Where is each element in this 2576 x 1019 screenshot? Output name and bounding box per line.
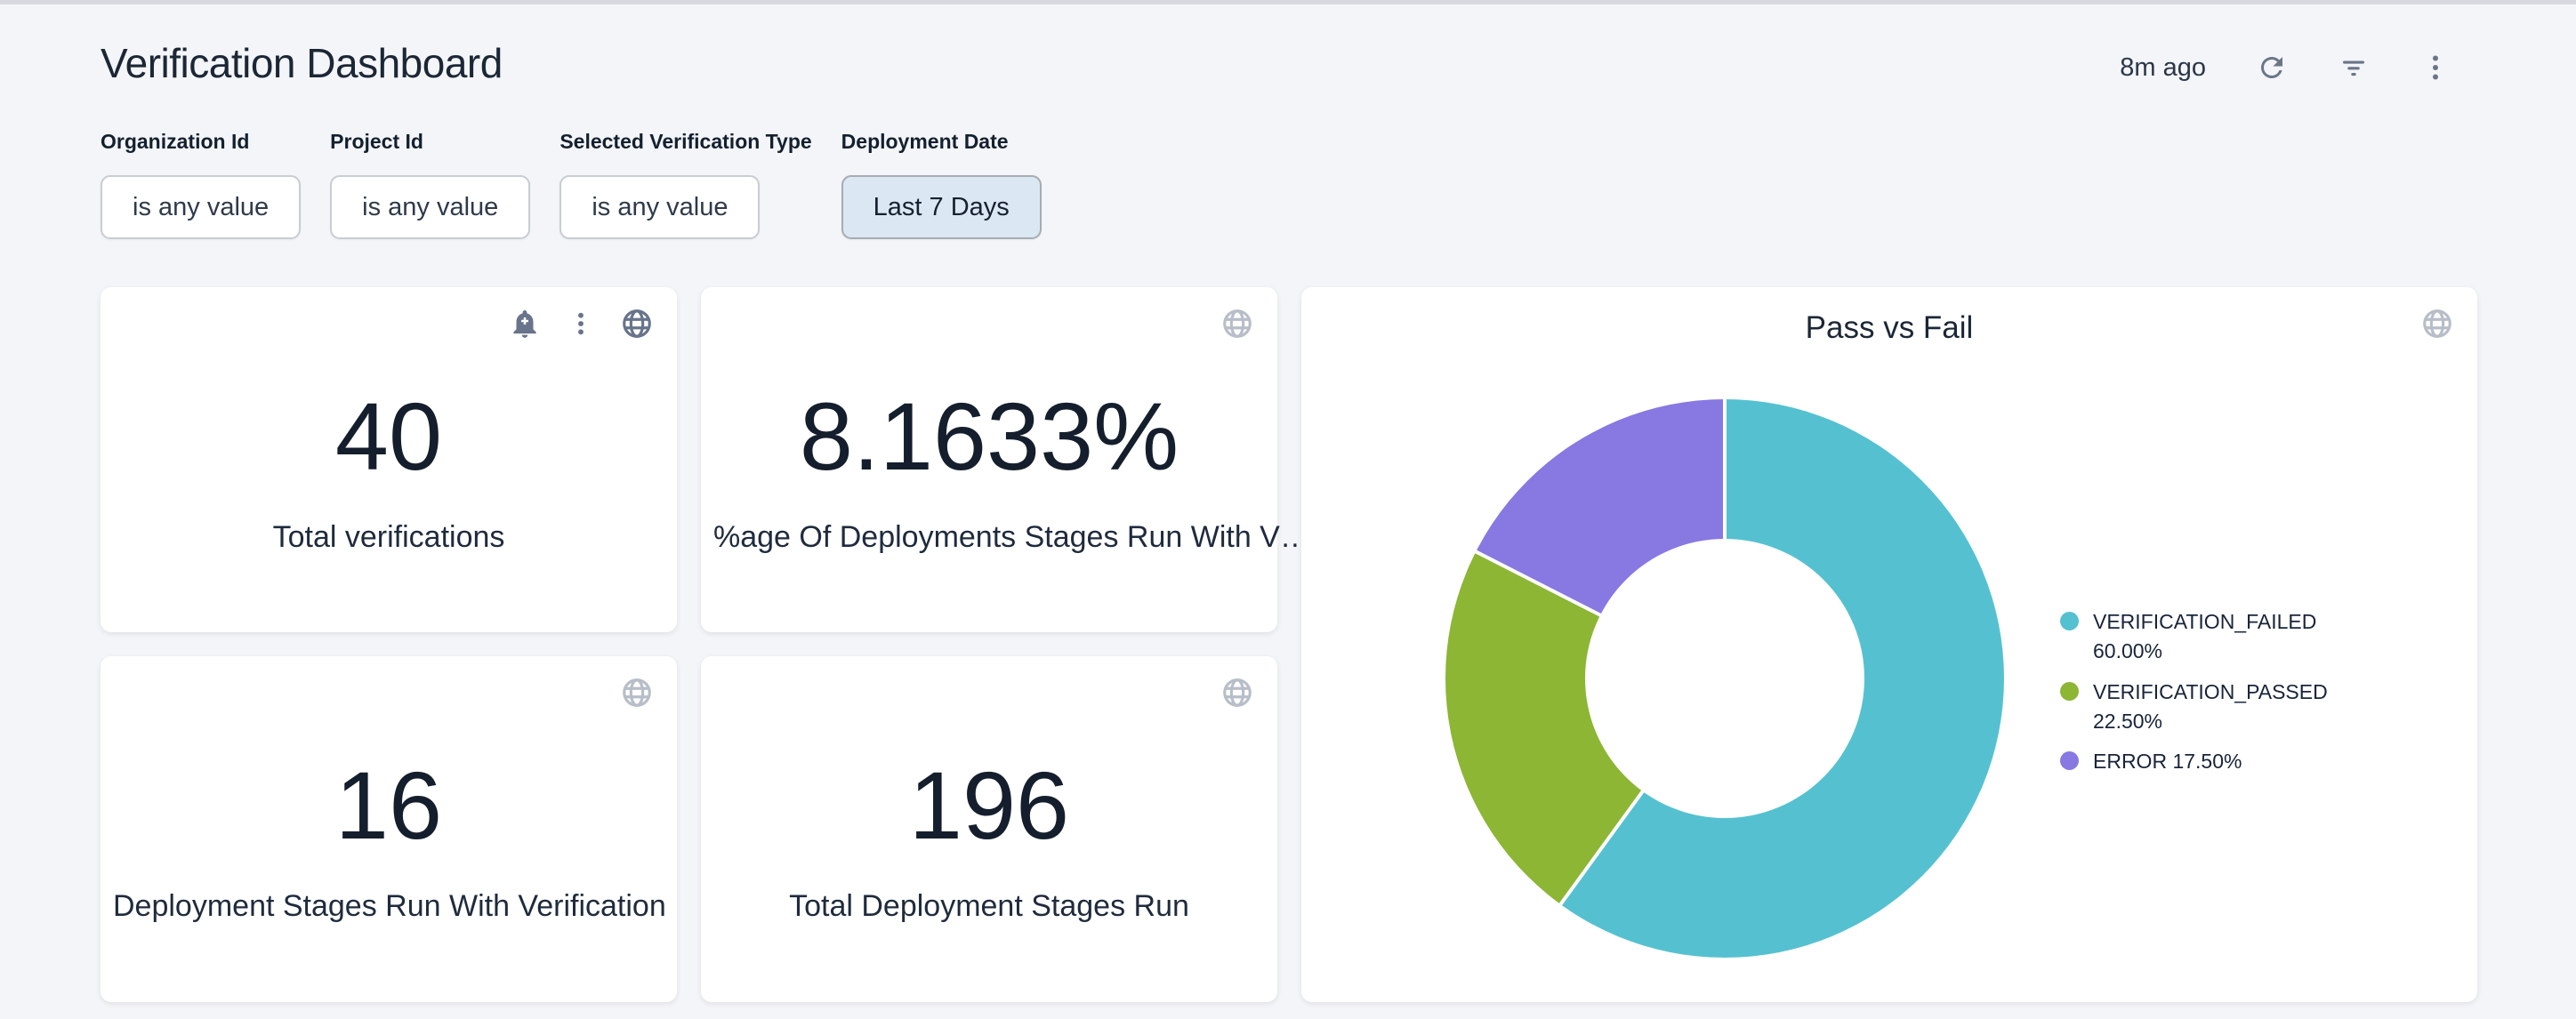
kpi-value: 8.1633% <box>800 389 1179 485</box>
legend-dot <box>2060 751 2079 770</box>
filter-group-deployment-date: Deployment Date Last 7 Days <box>841 130 1042 239</box>
kpi-label: Deployment Stages Run With Verification <box>113 889 664 924</box>
kpi-value: 40 <box>335 389 442 485</box>
legend-percent: 17.50% <box>2172 750 2242 773</box>
filter-value-button-verification-type[interactable]: is any value <box>559 175 760 239</box>
legend-label: ERROR <box>2093 750 2167 773</box>
last-refresh-time: 8m ago <box>2120 53 2206 83</box>
kpi-value: 16 <box>335 758 442 854</box>
filter-value-button-organization-id[interactable]: is any value <box>101 175 301 239</box>
filter-label: Selected Verification Type <box>559 130 811 154</box>
filter-group-project-id: Project Id is any value <box>330 130 530 239</box>
filter-bar: Organization Id is any value Project Id … <box>101 130 1042 239</box>
legend-item-verification-failed[interactable]: VERIFICATION_FAILED 60.00% <box>2060 607 2360 667</box>
legend-item-error[interactable]: ERROR 17.50% <box>2060 747 2360 776</box>
legend-dot <box>2060 612 2079 630</box>
refresh-icon[interactable] <box>2256 52 2288 84</box>
donut-chart[interactable] <box>1445 399 2004 958</box>
legend-label: VERIFICATION_FAILED <box>2093 610 2316 633</box>
filter-group-organization-id: Organization Id is any value <box>101 130 301 239</box>
window-top-border <box>0 0 2576 4</box>
legend-label: VERIFICATION_PASSED <box>2093 680 2328 703</box>
tile-hover-actions <box>620 676 654 710</box>
tile-hover-actions <box>1220 307 1254 341</box>
filter-value-button-project-id[interactable]: is any value <box>330 175 530 239</box>
kpi-tile-total-stages-run: 196 Total Deployment Stages Run <box>701 656 1277 1002</box>
chart-title: Pass vs Fail <box>1301 310 2477 346</box>
globe-icon[interactable] <box>2420 307 2454 341</box>
filter-icon[interactable] <box>2338 52 2370 84</box>
globe-icon[interactable] <box>620 307 654 341</box>
globe-icon[interactable] <box>1220 307 1254 341</box>
legend-dot <box>2060 682 2079 701</box>
tile-hover-actions <box>1220 676 1254 710</box>
kpi-tile-pct-stages-with-verification: 8.1633% %age Of Deployments Stages Run W… <box>701 287 1277 632</box>
alert-bell-add-icon[interactable] <box>508 307 542 341</box>
kebab-menu-icon[interactable] <box>2419 52 2451 84</box>
tile-hover-actions <box>2420 307 2454 341</box>
dashboard-header-actions: 8m ago <box>2120 52 2451 84</box>
kpi-tile-stages-run-with-verification: 16 Deployment Stages Run With Verificati… <box>101 656 677 1002</box>
filter-group-verification-type: Selected Verification Type is any value <box>559 130 811 239</box>
filter-label: Deployment Date <box>841 130 1042 154</box>
globe-icon[interactable] <box>1220 676 1254 710</box>
kpi-label: Total Deployment Stages Run <box>789 889 1189 924</box>
legend-percent: 60.00% <box>2093 639 2162 662</box>
page-title: Verification Dashboard <box>101 39 503 87</box>
legend-item-verification-passed[interactable]: VERIFICATION_PASSED 22.50% <box>2060 678 2360 737</box>
kpi-label: %age Of Deployments Stages Run With V… <box>713 520 1265 555</box>
chart-tile-pass-vs-fail: Pass vs Fail VERIFICATION_FAILED 60.00% … <box>1301 287 2477 1002</box>
legend-percent: 22.50% <box>2093 710 2162 733</box>
kpi-tile-total-verifications: 40 Total verifications <box>101 287 677 632</box>
filter-value-button-deployment-date[interactable]: Last 7 Days <box>841 175 1042 239</box>
tile-hover-actions <box>508 307 654 341</box>
chart-legend: VERIFICATION_FAILED 60.00% VERIFICATION_… <box>2060 607 2360 777</box>
tile-kebab-menu-icon[interactable] <box>567 309 595 338</box>
filter-label: Organization Id <box>101 130 301 154</box>
kpi-label: Total verifications <box>273 520 505 555</box>
donut-hole <box>1585 539 1864 818</box>
kpi-value: 196 <box>909 758 1069 854</box>
globe-icon[interactable] <box>620 676 654 710</box>
filter-label: Project Id <box>330 130 530 154</box>
